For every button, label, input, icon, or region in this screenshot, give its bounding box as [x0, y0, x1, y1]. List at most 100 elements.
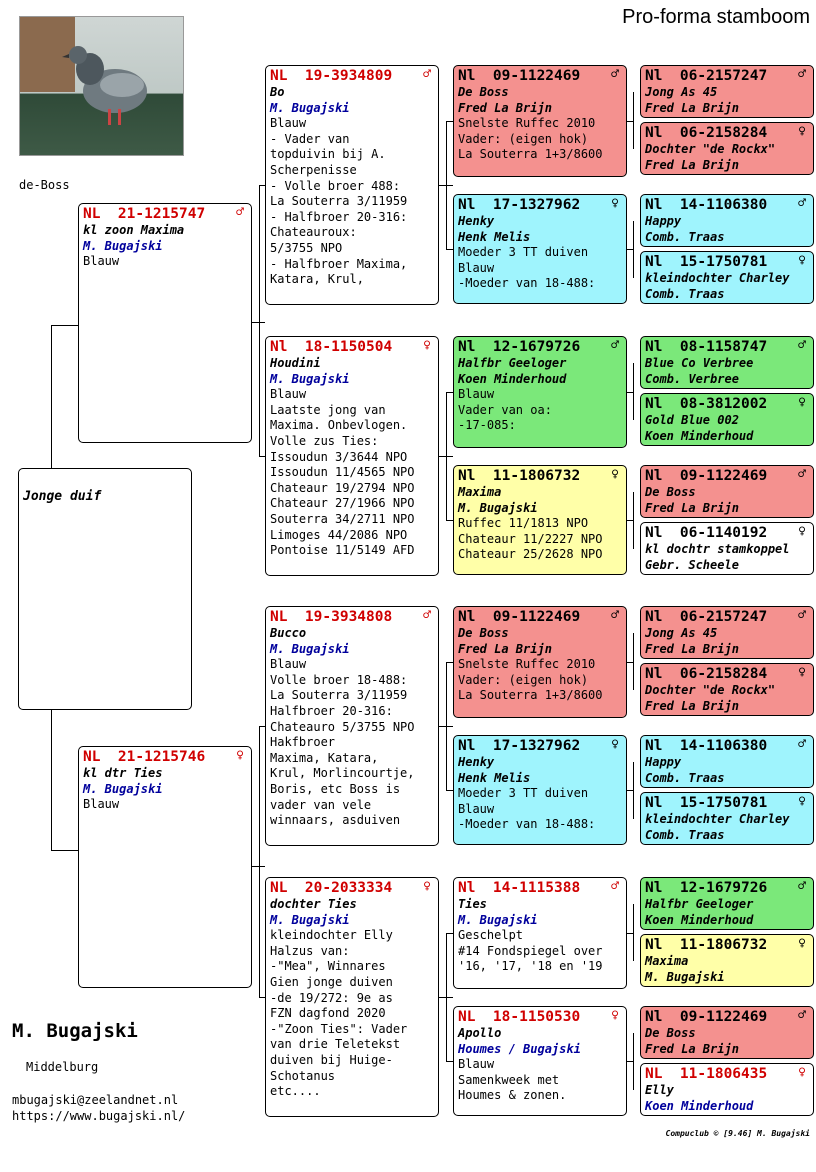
bird-owner: M. Bugajski: [270, 100, 350, 115]
bird-name: Dochter "de Rockx": [645, 142, 776, 156]
ring-number: NL 11-1806435: [645, 1066, 768, 1082]
bird-notes: Blauw Vader van oa: -17-085:: [458, 387, 552, 433]
pedigree-box-gen4[interactable]: Nl 09-1122469 ♂ De Boss Fred La Brijn: [640, 465, 814, 518]
bird-notes: Ruffec 11/1813 NPO Chateaur 11/2227 NPO …: [458, 516, 603, 562]
ring-number: Nl 06-2158284: [645, 125, 768, 141]
ring-number: Nl 12-1679726: [458, 339, 581, 355]
pedigree-box-gen3[interactable]: Nl 14-1115388 ♂ Ties M. Bugajski Geschel…: [453, 877, 627, 989]
female-icon: ♀: [798, 794, 806, 809]
connector-line: [259, 185, 265, 186]
bird-owner: Koen Minderhoud: [645, 1098, 754, 1113]
connector-line: [446, 662, 447, 790]
ring-number: Nl 14-1106380: [645, 738, 768, 754]
pedigree-box-gen4[interactable]: Nl 06-1140192 ♀ kl dochtr stamkoppel Geb…: [640, 522, 814, 575]
pedigree-box-gen4[interactable]: Nl 14-1106380 ♂ Happy Comb. Traas: [640, 194, 814, 247]
bird-owner: Comb. Verbree: [645, 371, 739, 386]
bird-notes: kleindochter Elly Halzus van: -"Mea", Wi…: [270, 928, 408, 1099]
pedigree-box-father[interactable]: NL 21-1215747 ♂ kl zoon Maxima M. Bugajs…: [78, 203, 252, 443]
pedigree-box-gen3[interactable]: Nl 17-1327962 ♀ Henky Henk Melis Moeder …: [453, 735, 627, 845]
pedigree-box-mother[interactable]: NL 21-1215746 ♀ kl dtr Ties M. Bugajski …: [78, 746, 252, 988]
pedigree-box-gen4[interactable]: Nl 14-1106380 ♂ Happy Comb. Traas: [640, 735, 814, 788]
male-icon: ♂: [798, 879, 806, 894]
bird-notes: Blauw Samenkweek met Houmes & zonen.: [458, 1057, 567, 1103]
ring-number: NL 19-3934808: [270, 609, 393, 625]
pedigree-box-gen3[interactable]: Nl 11-1806732 ♀ Maxima M. Bugajski Ruffe…: [453, 465, 627, 575]
owner-email[interactable]: mbugajski@zeelandnet.nl: [12, 1092, 185, 1108]
bird-name: Ties: [458, 897, 487, 911]
bird-owner: Fred La Brijn: [645, 100, 739, 115]
pedigree-box-gen4[interactable]: Nl 06-2157247 ♂ Jong As 45 Fred La Brijn: [640, 65, 814, 118]
pedigree-box-gen4[interactable]: Nl 15-1750781 ♀ kleindochter Charley Com…: [640, 251, 814, 304]
bird-owner: Comb. Traas: [645, 286, 725, 301]
pedigree-box-gen4[interactable]: Nl 08-1158747 ♂ Blue Co Verbree Comb. Ve…: [640, 336, 814, 389]
pedigree-box-gen2[interactable]: Nl 18-1150504 ♀ Houdini M. Bugajski Blau…: [265, 336, 439, 576]
owner-website[interactable]: https://www.bugajski.nl/: [12, 1108, 185, 1124]
female-icon: ♀: [236, 748, 244, 763]
ring-number: Nl 18-1150504: [270, 339, 393, 355]
bird-owner: Fred La Brijn: [458, 100, 552, 115]
bird-owner: M. Bugajski: [458, 500, 538, 515]
bird-owner: Fred La Brijn: [645, 500, 739, 515]
pedigree-box-gen4[interactable]: NL 11-1806435 ♀ Elly Koen Minderhoud: [640, 1063, 814, 1116]
ring-number: Nl 06-2158284: [645, 666, 768, 682]
male-icon: ♂: [798, 608, 806, 623]
female-icon: ♀: [798, 395, 806, 410]
connector-line: [446, 662, 453, 663]
connector-line: [446, 392, 453, 393]
bird-owner: M. Bugajski: [270, 371, 350, 386]
pedigree-box-gen3[interactable]: NL 18-1150530 ♀ Apollo Houmes / Bugajski…: [453, 1006, 627, 1116]
young-bird-box[interactable]: Jonge duif: [18, 468, 192, 710]
pigeon-image-icon: [62, 46, 147, 125]
bird-name: kl zoon Maxima: [83, 223, 185, 237]
bird-name: Henky: [458, 755, 495, 769]
bird-name: kl dtr Ties: [83, 766, 163, 780]
connector-line: [633, 762, 634, 819]
young-bird-label: Jonge duif: [23, 489, 102, 504]
male-icon: ♂: [611, 879, 619, 894]
pedigree-box-gen4[interactable]: Nl 08-3812002 ♀ Gold Blue 002 Koen Minde…: [640, 393, 814, 446]
ring-number: Nl 06-1140192: [645, 525, 768, 541]
pedigree-box-gen3[interactable]: Nl 12-1679726 ♂ Halfbr Geeloger Koen Min…: [453, 336, 627, 448]
pedigree-box-gen3[interactable]: Nl 17-1327962 ♀ Henky Henk Melis Moeder …: [453, 194, 627, 304]
bird-owner: Fred La Brijn: [645, 157, 739, 172]
bird-name: kleindochter Charley: [645, 271, 790, 285]
female-icon: ♀: [611, 1008, 619, 1023]
bird-name: Gold Blue 002: [645, 413, 739, 427]
pedigree-box-gen4[interactable]: Nl 15-1750781 ♀ kleindochter Charley Com…: [640, 792, 814, 845]
bird-name: Houdini: [270, 356, 321, 370]
pedigree-box-gen4[interactable]: Nl 12-1679726 ♂ Halfbr Geeloger Koen Min…: [640, 877, 814, 930]
connector-line: [51, 850, 78, 851]
male-icon: ♂: [798, 1008, 806, 1023]
pedigree-box-gen4[interactable]: Nl 06-2158284 ♀ Dochter "de Rockx" Fred …: [640, 122, 814, 175]
bird-owner: Henk Melis: [458, 770, 531, 785]
pedigree-box-gen2[interactable]: NL 20-2033334 ♀ dochter Ties M. Bugajski…: [265, 877, 439, 1117]
connector-line: [633, 221, 634, 278]
pedigree-box-gen4[interactable]: Nl 06-2157247 ♂ Jong As 45 Fred La Brijn: [640, 606, 814, 659]
bird-notes: Snelste Ruffec 2010 Vader: (eigen hok) L…: [458, 657, 603, 703]
bird-owner: M. Bugajski: [83, 238, 163, 253]
bird-owner: Comb. Traas: [645, 770, 725, 785]
pedigree-box-gen4[interactable]: Nl 11-1806732 ♀ Maxima M. Bugajski: [640, 934, 814, 987]
pedigree-box-gen2[interactable]: NL 19-3934808 ♂ Bucco M. Bugajski Blauw …: [265, 606, 439, 846]
ring-number: Nl 14-1115388: [458, 880, 581, 896]
connector-line: [446, 1061, 453, 1062]
pedigree-box-gen2[interactable]: NL 19-3934809 ♂ Bo M. Bugajski Blauw - V…: [265, 65, 439, 305]
pedigree-box-gen3[interactable]: Nl 09-1122469 ♂ De Boss Fred La Brijn Sn…: [453, 65, 627, 177]
ring-number: Nl 15-1750781: [645, 254, 768, 270]
pedigree-box-gen4[interactable]: Nl 09-1122469 ♂ De Boss Fred La Brijn: [640, 1006, 814, 1059]
ring-number: Nl 09-1122469: [458, 609, 581, 625]
connector-line: [259, 456, 265, 457]
bird-name: De Boss: [458, 85, 509, 99]
bird-name: Happy: [645, 214, 682, 228]
female-icon: ♀: [611, 737, 619, 752]
ring-number: Nl 08-3812002: [645, 396, 768, 412]
ring-number: Nl 12-1679726: [645, 880, 768, 896]
ring-number: NL 20-2033334: [270, 880, 393, 896]
bird-owner: Henk Melis: [458, 229, 531, 244]
pedigree-box-gen3[interactable]: Nl 09-1122469 ♂ De Boss Fred La Brijn Sn…: [453, 606, 627, 718]
connector-line: [259, 726, 265, 727]
pedigree-box-gen4[interactable]: Nl 06-2158284 ♀ Dochter "de Rockx" Fred …: [640, 663, 814, 716]
connector-line: [446, 520, 453, 521]
connector-line: [259, 185, 260, 456]
ring-number: Nl 06-2157247: [645, 68, 768, 84]
